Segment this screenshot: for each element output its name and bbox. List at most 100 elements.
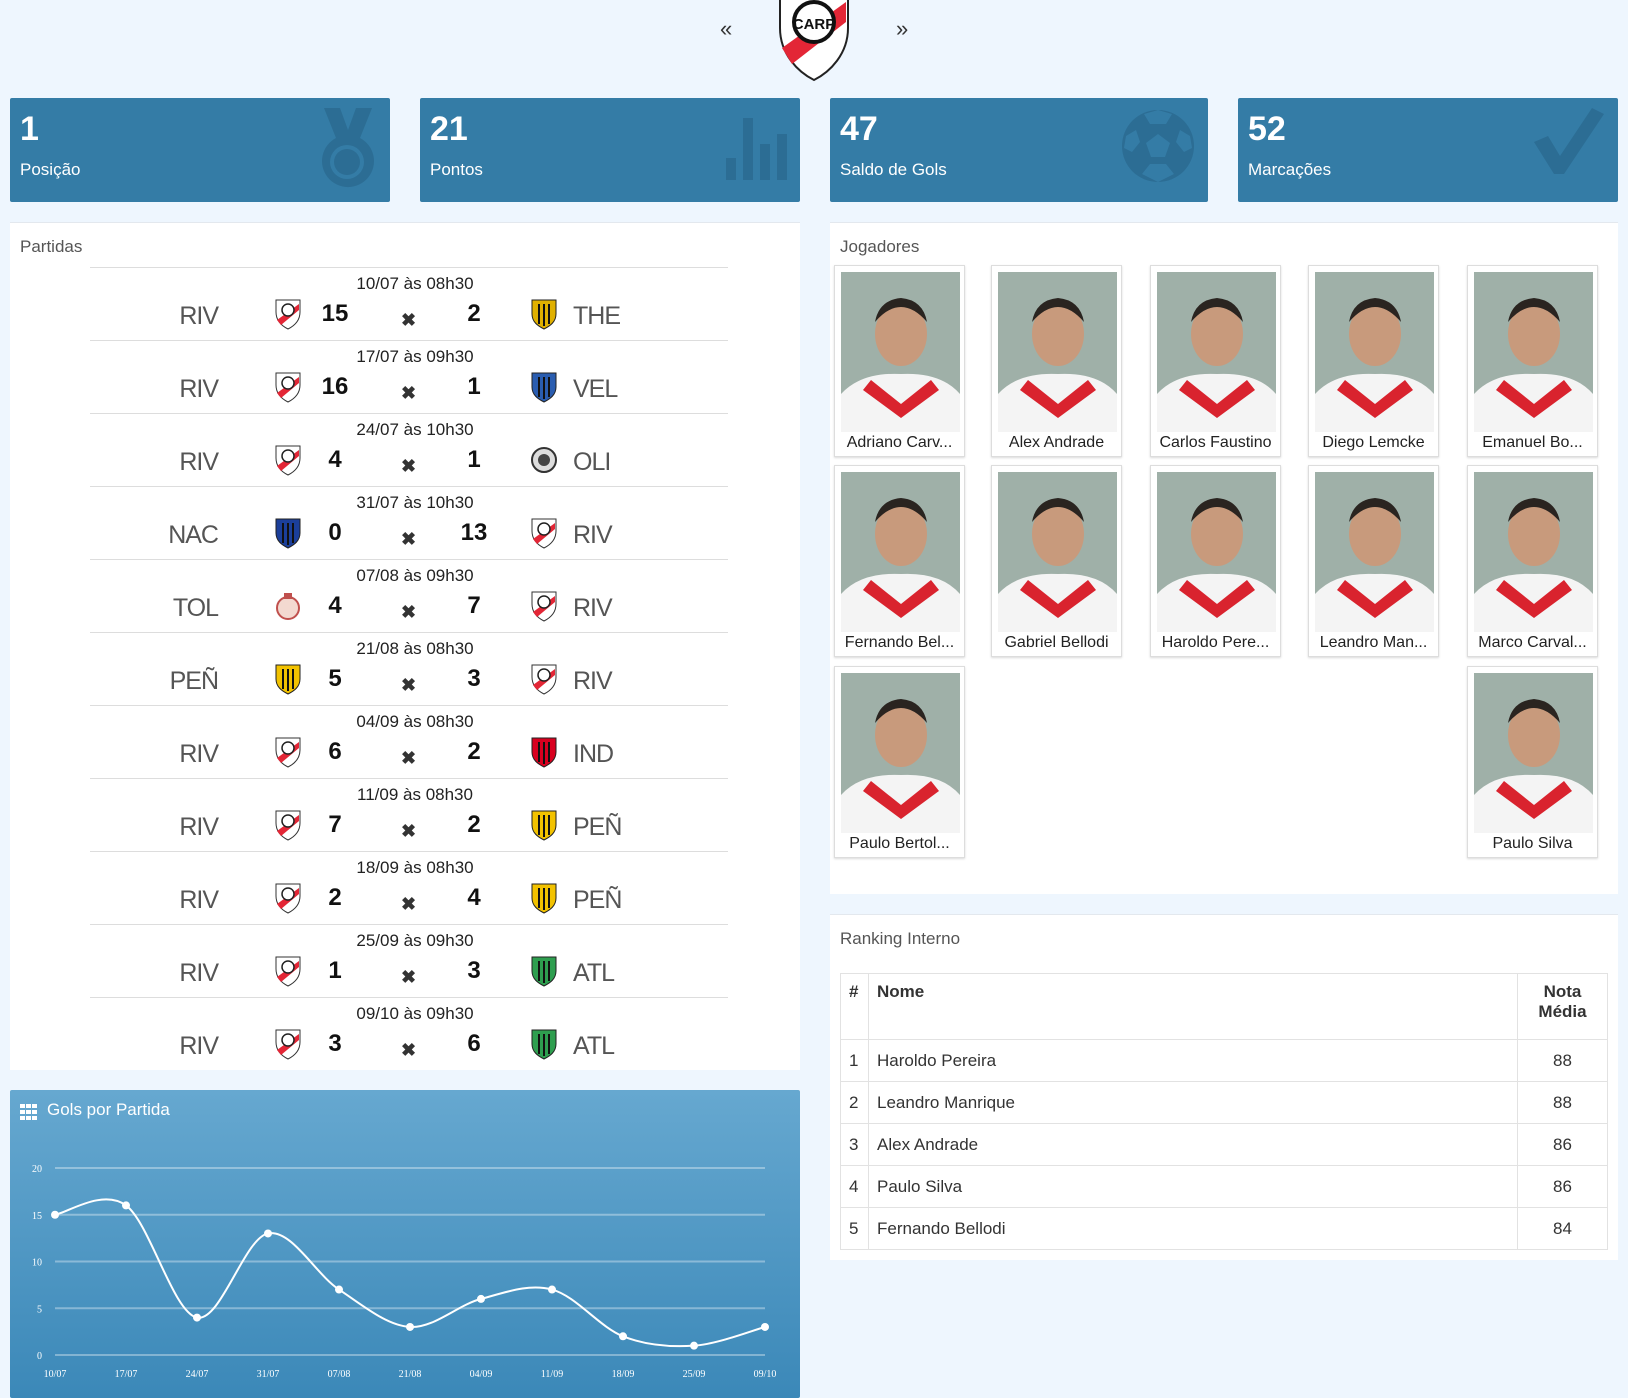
player-card[interactable]: Haroldo Pere... bbox=[1150, 465, 1281, 657]
player-photo bbox=[841, 472, 960, 632]
col-score-line2: Média bbox=[1538, 1002, 1587, 1021]
match-date: 11/09 às 08h30 bbox=[357, 785, 473, 804]
data-point[interactable] bbox=[51, 1210, 59, 1219]
away-score: 4 bbox=[467, 884, 481, 911]
player-photo bbox=[841, 272, 960, 432]
player-card[interactable]: Carlos Faustino bbox=[1150, 265, 1281, 457]
match-row[interactable]: 11/09 às 08h30 RIV 7 ✖ 2 PEÑ bbox=[90, 778, 728, 851]
player-card[interactable]: Alex Andrade bbox=[991, 265, 1122, 457]
home-team-logo-icon bbox=[274, 371, 302, 403]
stat-label: Saldo de Gols bbox=[840, 160, 947, 179]
rank-score: 86 bbox=[1517, 1165, 1608, 1208]
col-pos: # bbox=[840, 973, 869, 1040]
x-tick-label: 09/10 bbox=[754, 1369, 777, 1380]
away-team: ATL bbox=[573, 1032, 615, 1060]
home-score: 1 bbox=[328, 957, 342, 984]
player-name: Fernando Bel... bbox=[844, 634, 955, 651]
player-photo bbox=[1474, 673, 1593, 833]
match-row[interactable]: 17/07 às 09h30 RIV 16 ✖ 1 VEL bbox=[90, 340, 728, 413]
players-title: Jogadores bbox=[840, 237, 920, 256]
data-point[interactable] bbox=[690, 1341, 698, 1350]
match-date: 31/07 às 10h30 bbox=[356, 493, 474, 512]
match-row[interactable]: 07/08 às 09h30 TOL 4 ✖ 7 RIV bbox=[90, 559, 728, 632]
home-team-logo-icon bbox=[274, 736, 302, 768]
match-row[interactable]: 31/07 às 10h30 NAC 0 ✖ 13 RIV bbox=[90, 486, 728, 559]
player-card[interactable]: Leandro Man... bbox=[1308, 465, 1439, 657]
stat-label: Pontos bbox=[430, 160, 483, 179]
x-tick-label: 04/09 bbox=[470, 1369, 493, 1380]
data-point[interactable] bbox=[335, 1285, 343, 1294]
data-point[interactable] bbox=[761, 1322, 769, 1331]
stat-card-pontos: 21 Pontos bbox=[420, 98, 800, 202]
rank-pos: 5 bbox=[840, 1207, 869, 1250]
match-row[interactable]: 21/08 às 08h30 PEÑ 5 ✖ 3 RIV bbox=[90, 632, 728, 705]
rank-pos: 3 bbox=[840, 1123, 869, 1166]
home-team: RIV bbox=[179, 740, 219, 768]
match-row[interactable]: 10/07 às 08h30 RIV 15 ✖ 2 THE bbox=[90, 267, 728, 340]
home-team: RIV bbox=[179, 448, 219, 476]
stat-value: 47 bbox=[840, 110, 878, 148]
match-date: 24/07 às 10h30 bbox=[356, 420, 474, 439]
data-point[interactable] bbox=[122, 1201, 130, 1210]
player-card[interactable]: Diego Lemcke bbox=[1308, 265, 1439, 457]
x-tick-label: 17/07 bbox=[115, 1369, 138, 1380]
match-row[interactable]: 04/09 às 08h30 RIV 6 ✖ 2 IND bbox=[90, 705, 728, 778]
player-card[interactable]: Paulo Silva bbox=[1467, 666, 1598, 858]
player-card[interactable]: Gabriel Bellodi bbox=[991, 465, 1122, 657]
player-card[interactable]: Adriano Carv... bbox=[834, 265, 965, 457]
team-logo: CARP bbox=[778, 0, 850, 87]
match-date: 04/09 às 08h30 bbox=[356, 712, 474, 731]
data-point[interactable] bbox=[619, 1332, 627, 1341]
away-team: PEÑ bbox=[573, 886, 622, 914]
home-score: 0 bbox=[328, 519, 342, 546]
versus-icon: ✖ bbox=[401, 894, 417, 914]
match-row[interactable]: 09/10 às 09h30 RIV 3 ✖ 6 ATL bbox=[90, 997, 728, 1070]
player-name: Adriano Carv... bbox=[846, 434, 953, 451]
home-team-logo-icon bbox=[274, 590, 302, 622]
rank-score: 86 bbox=[1517, 1123, 1608, 1166]
away-team: VEL bbox=[573, 375, 618, 403]
player-photo bbox=[998, 272, 1117, 432]
match-row[interactable]: 18/09 às 08h30 RIV 2 ✖ 4 PEÑ bbox=[90, 851, 728, 924]
data-point[interactable] bbox=[477, 1294, 485, 1303]
player-photo bbox=[1157, 272, 1276, 432]
away-team-logo-icon bbox=[530, 298, 558, 330]
versus-icon: ✖ bbox=[401, 821, 417, 841]
player-card[interactable]: Emanuel Bo... bbox=[1467, 265, 1598, 457]
data-point[interactable] bbox=[193, 1313, 201, 1322]
away-team: IND bbox=[573, 740, 614, 768]
col-name: Nome bbox=[868, 973, 1518, 1040]
ranking-row: 3 Alex Andrade 86 bbox=[840, 1123, 1608, 1166]
versus-icon: ✖ bbox=[401, 456, 417, 476]
player-card[interactable]: Marco Carval... bbox=[1467, 465, 1598, 657]
next-button[interactable]: » bbox=[896, 16, 908, 42]
x-tick-label: 24/07 bbox=[186, 1369, 209, 1380]
player-card[interactable]: Fernando Bel... bbox=[834, 465, 965, 657]
col-score-line1: Nota bbox=[1543, 982, 1582, 1001]
away-team: ATL bbox=[573, 959, 615, 987]
data-point[interactable] bbox=[264, 1229, 272, 1238]
checkmark-icon bbox=[1530, 108, 1606, 183]
stat-card-saldo-de-gols: 47 Saldo de Gols bbox=[830, 98, 1208, 202]
home-score: 16 bbox=[321, 373, 349, 400]
stat-card-marca-es: 52 Marcações bbox=[1238, 98, 1618, 202]
data-point[interactable] bbox=[406, 1322, 414, 1331]
stat-value: 21 bbox=[430, 110, 468, 148]
match-row[interactable]: 25/09 às 09h30 RIV 1 ✖ 3 ATL bbox=[90, 924, 728, 997]
player-card[interactable]: Paulo Bertol... bbox=[834, 666, 965, 858]
data-point[interactable] bbox=[548, 1285, 556, 1294]
prev-button[interactable]: « bbox=[720, 16, 732, 42]
versus-icon: ✖ bbox=[401, 1040, 417, 1060]
away-team: RIV bbox=[573, 667, 613, 695]
away-team-logo-icon bbox=[530, 736, 558, 768]
x-tick-label: 25/09 bbox=[683, 1369, 706, 1380]
match-date: 07/08 às 09h30 bbox=[356, 566, 474, 585]
rank-score: 88 bbox=[1517, 1039, 1608, 1082]
versus-icon: ✖ bbox=[401, 383, 417, 403]
stat-value: 1 bbox=[20, 110, 39, 148]
home-score: 6 bbox=[328, 738, 342, 765]
home-team-logo-icon bbox=[274, 444, 302, 476]
match-row[interactable]: 24/07 às 10h30 RIV 4 ✖ 1 OLI bbox=[90, 413, 728, 486]
home-score: 5 bbox=[328, 665, 342, 692]
match-date: 25/09 às 09h30 bbox=[356, 931, 474, 950]
